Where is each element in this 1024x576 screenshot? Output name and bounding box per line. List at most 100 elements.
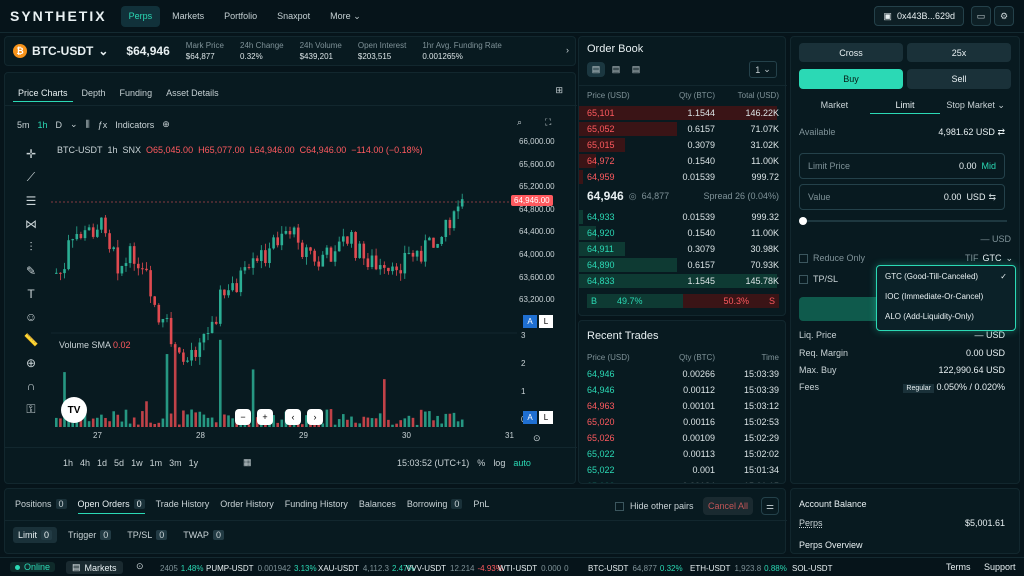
tab-pnl[interactable]: PnL <box>473 499 489 514</box>
tab-balances[interactable]: Balances <box>359 499 396 514</box>
ask-row[interactable]: 65,101 1.1544 146.22K <box>579 105 787 121</box>
zoom-in-icon[interactable]: ⊕ <box>26 356 36 370</box>
chat-icon[interactable]: ▭ <box>971 6 991 26</box>
tif-option-alo[interactable]: ALO (Add-Liquidity-Only) <box>877 306 1015 326</box>
slider-handle[interactable] <box>799 217 807 225</box>
buy-tab[interactable]: Buy <box>799 69 903 89</box>
size-slider[interactable] <box>799 217 1007 225</box>
range-5d[interactable]: 5d <box>114 458 124 468</box>
type-limit[interactable]: Limit <box>869 97 941 114</box>
bid-row[interactable]: 64,890 0.6157 70.93K <box>579 257 787 273</box>
range-1m[interactable]: 1m <box>150 458 163 468</box>
tab-positions[interactable]: Positions 0 <box>15 499 67 514</box>
type-market[interactable]: Market <box>799 97 870 114</box>
emoji-icon[interactable]: ☺ <box>25 310 37 324</box>
type-stop-market[interactable]: Stop Market ⌄ <box>940 97 1011 114</box>
filter-icon[interactable]: ⚌ <box>761 497 779 515</box>
tab-order-history[interactable]: Order History <box>220 499 274 514</box>
asks-only-icon[interactable]: ▤ <box>627 62 645 77</box>
pause-icon[interactable]: ⊙ <box>136 561 144 572</box>
nav-snaxpot[interactable]: Snaxpot <box>269 6 318 27</box>
hide-other-pairs[interactable]: Hide other pairs <box>615 501 694 511</box>
log-toggle[interactable]: log <box>493 458 505 468</box>
zoom-icon[interactable]: ⌕ <box>517 117 522 128</box>
logo[interactable]: SYNTHETIX <box>10 8 107 24</box>
pattern-icon[interactable]: ⋈ <box>25 217 37 231</box>
ask-row[interactable]: 64,972 0.1540 11.00K <box>579 153 787 169</box>
calendar-icon[interactable]: ▦ <box>243 457 252 468</box>
support-link[interactable]: Support <box>984 562 1016 572</box>
range-4h[interactable]: 4h <box>80 458 90 468</box>
tif-option-ioc[interactable]: IOC (Immediate-Or-Cancel) <box>877 286 1015 306</box>
wallet-button[interactable]: ▣ 0x443B...629d <box>874 6 964 26</box>
text-icon[interactable]: T <box>27 287 34 301</box>
brush-icon[interactable]: ✎ <box>26 264 36 278</box>
range-1h[interactable]: 1h <box>63 458 73 468</box>
tpsl-toggle[interactable]: TP/SL <box>799 274 838 284</box>
both-sides-icon[interactable]: ▤ <box>587 62 605 77</box>
value-field[interactable]: Value 0.00 USD ⇆ <box>799 184 1005 210</box>
tab-open-orders[interactable]: Open Orders 0 <box>77 499 145 514</box>
nav-perps[interactable]: Perps <box>120 5 161 27</box>
magnet-icon[interactable]: ∩ <box>27 379 36 393</box>
ticker-item[interactable]: BTC-USDT 64,877 0.32% <box>588 558 683 576</box>
add-icon[interactable]: ⊕ <box>162 119 170 130</box>
interval-d[interactable]: D <box>56 120 63 130</box>
fib-icon[interactable]: ☰ <box>26 194 37 208</box>
nav-more[interactable]: More ⌄ <box>322 6 369 27</box>
zoom-in-button[interactable]: + <box>257 409 273 425</box>
indicators-button[interactable]: Indicators <box>115 120 154 130</box>
terms-link[interactable]: Terms <box>946 562 971 572</box>
bid-row[interactable]: 64,933 0.01539 999.32 <box>579 209 787 225</box>
mid-button[interactable]: Mid <box>981 161 996 171</box>
log-scale-l[interactable]: L <box>539 315 553 328</box>
scroll-right-button[interactable]: › <box>307 409 323 425</box>
lock-icon[interactable]: ⚿ <box>26 402 35 417</box>
leverage-button[interactable]: 25x <box>907 43 1011 62</box>
chevron-down-icon[interactable]: ⌄ <box>70 119 78 130</box>
ticker-item[interactable]: ETH-USDT 1,923.8 0.88% <box>690 558 787 576</box>
fx-icon[interactable]: ƒx <box>98 120 108 130</box>
ask-row[interactable]: 65,052 0.6157 71.07K <box>579 121 787 137</box>
ticker-item[interactable]: PUMP-USDT 0.001942 3.13% <box>206 558 317 576</box>
bid-row[interactable]: 64,920 0.1540 11.00K <box>579 225 787 241</box>
tradingview-logo[interactable]: TV <box>61 397 87 423</box>
interval-1h[interactable]: 1h <box>38 120 48 130</box>
sell-tab[interactable]: Sell <box>907 69 1011 89</box>
range-1w[interactable]: 1w <box>131 458 143 468</box>
pair-selector[interactable]: ₿ BTC-USDT ⌄ <box>13 44 108 58</box>
ask-row[interactable]: 65,015 0.3079 31.02K <box>579 137 787 153</box>
trend-line-icon[interactable]: ⟋ <box>27 170 35 185</box>
ruler-icon[interactable]: 📏 <box>24 333 39 347</box>
swap-units-icon[interactable]: ⇆ <box>988 192 996 203</box>
subtab-limit[interactable]: Limit 0 <box>13 527 58 543</box>
interval-5m[interactable]: 5m <box>17 120 30 130</box>
subtab-trigger[interactable]: Trigger 0 <box>63 527 116 543</box>
ticker-item[interactable]: 2405 1.48% <box>156 558 203 576</box>
scroll-left-button[interactable]: ‹ <box>285 409 301 425</box>
range-1d[interactable]: 1d <box>97 458 107 468</box>
limit-price-field[interactable]: Limit Price 0.00 Mid <box>799 153 1005 179</box>
volume-auto-a[interactable]: A <box>523 411 537 424</box>
ticker-item[interactable]: WTI-USDT 0.000 0 <box>498 558 569 576</box>
tab-price-charts[interactable]: Price Charts <box>13 85 73 102</box>
tab-trade-history[interactable]: Trade History <box>156 499 210 514</box>
bid-row[interactable]: 64,911 0.3079 30.98K <box>579 241 787 257</box>
reduce-only[interactable]: Reduce Only <box>799 253 865 263</box>
subtab-tpsl[interactable]: TP/SL 0 <box>122 527 172 543</box>
nav-portfolio[interactable]: Portfolio <box>216 6 265 27</box>
range-1y[interactable]: 1y <box>189 458 199 468</box>
tif-select[interactable]: TIF GTC ⌄ <box>965 253 1013 264</box>
projection-icon[interactable]: ⫶ <box>29 240 32 255</box>
subtab-twap[interactable]: TWAP 0 <box>178 527 229 543</box>
nav-markets[interactable]: Markets <box>164 6 212 27</box>
tif-option-gtc[interactable]: GTC (Good-Till-Canceled) ✓ <box>877 266 1015 286</box>
crosshair-icon[interactable]: ✛ <box>26 147 36 161</box>
volume-log-l[interactable]: L <box>539 411 553 424</box>
zoom-out-button[interactable]: − <box>235 409 251 425</box>
range-3m[interactable]: 3m <box>169 458 182 468</box>
settings-gear-icon[interactable]: ⚙ <box>994 6 1014 26</box>
auto-toggle[interactable]: auto <box>513 458 531 468</box>
markets-button[interactable]: ▤ Markets <box>66 561 123 574</box>
tab-borrowing[interactable]: Borrowing 0 <box>407 499 463 514</box>
